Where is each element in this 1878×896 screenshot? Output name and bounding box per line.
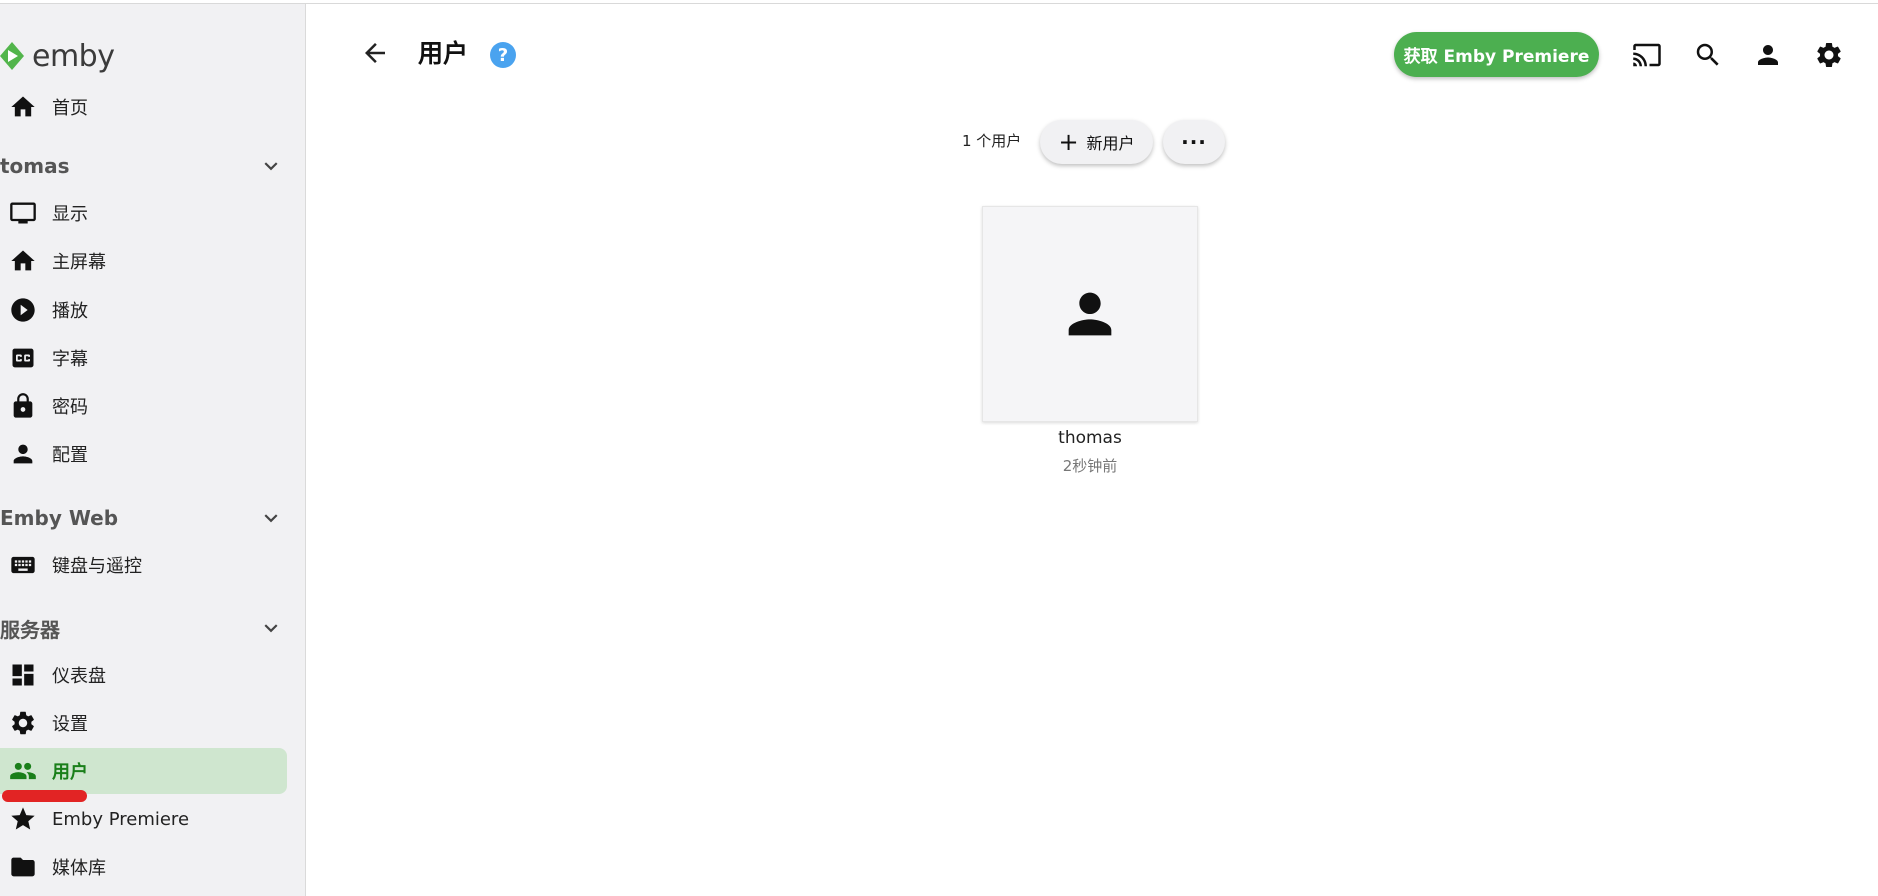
page-title: 用户 <box>418 39 469 68</box>
sidebar-item-label: Emby Premiere <box>52 808 190 830</box>
section-user[interactable]: tomas <box>0 148 290 184</box>
sidebar-item-label: 用户 <box>52 762 88 783</box>
chevron-down-icon <box>258 505 284 531</box>
user-count: 1 个用户 <box>962 132 1022 150</box>
user-name[interactable]: thomas <box>982 428 1198 448</box>
new-user-button[interactable]: + 新用户 <box>1040 120 1153 164</box>
arrow-left-icon <box>365 43 385 63</box>
people-icon <box>8 756 38 786</box>
person-icon <box>1068 292 1112 336</box>
gear-icon <box>8 708 38 738</box>
emby-logo[interactable]: emby <box>0 36 115 76</box>
sidebar-item-emby-premiere[interactable]: Emby Premiere <box>0 796 287 842</box>
sidebar-item-label: 媒体库 <box>52 858 106 879</box>
sidebar-item-homescreen[interactable]: 主屏幕 <box>0 238 287 284</box>
sidebar-item-users[interactable]: 用户 <box>0 748 287 794</box>
folder-icon <box>8 852 38 882</box>
sidebar-item-label: 设置 <box>52 714 88 735</box>
monitor-icon <box>8 198 38 228</box>
logo-text: emby <box>32 38 115 74</box>
sidebar-item-label: 主屏幕 <box>52 252 106 273</box>
person-icon <box>8 439 38 469</box>
sidebar-item-label: 字幕 <box>52 349 88 370</box>
sidebar-item-label: 首页 <box>52 98 88 119</box>
closed-caption-icon <box>8 343 38 373</box>
sidebar-item-keyboard[interactable]: 键盘与遥控 <box>0 542 287 588</box>
sidebar-item-playback[interactable]: 播放 <box>0 287 287 333</box>
sidebar-item-display[interactable]: 显示 <box>0 190 287 236</box>
sidebar-item-library[interactable]: 媒体库 <box>0 844 287 890</box>
section-title: tomas <box>0 154 70 178</box>
more-options-button[interactable]: ··· <box>1163 120 1225 164</box>
section-title: 服务器 <box>0 617 60 642</box>
sidebar-item-settings[interactable]: 设置 <box>0 700 287 746</box>
sidebar-item-home[interactable]: 首页 <box>0 84 287 130</box>
sidebar-item-label: 播放 <box>52 301 88 322</box>
home-icon <box>8 92 38 122</box>
section-title: Emby Web <box>0 506 119 530</box>
sidebar-item-label: 配置 <box>52 445 88 466</box>
play-circle-icon <box>8 295 38 325</box>
sidebar-item-label: 密码 <box>52 397 88 418</box>
settings-button[interactable] <box>1812 38 1846 72</box>
account-button[interactable] <box>1751 38 1785 72</box>
get-premiere-button[interactable]: 获取 Emby Premiere <box>1394 32 1599 77</box>
account-icon <box>1758 45 1778 65</box>
sidebar-item-label: 显示 <box>52 204 88 225</box>
sidebar: emby 首页 tomas 显示 主屏幕 播放 字幕 密码 配置 Emby We… <box>0 4 306 896</box>
emby-logo-icon <box>0 42 24 70</box>
sidebar-item-password[interactable]: 密码 <box>0 383 287 429</box>
gear-icon <box>1817 42 1841 67</box>
section-server[interactable]: 服务器 <box>0 610 290 646</box>
user-card[interactable] <box>982 206 1198 422</box>
sidebar-item-dashboard[interactable]: 仪表盘 <box>0 652 287 698</box>
help-button[interactable]: ? <box>490 42 516 68</box>
back-button[interactable] <box>358 36 392 70</box>
plus-icon: + <box>1058 128 1079 156</box>
sidebar-item-subtitles[interactable]: 字幕 <box>0 335 287 381</box>
cast-icon <box>1633 43 1661 67</box>
user-last-seen: 2秒钟前 <box>1062 457 1118 475</box>
cast-button[interactable] <box>1630 38 1664 72</box>
keyboard-icon <box>8 550 38 580</box>
search-button[interactable] <box>1691 38 1725 72</box>
chevron-down-icon <box>258 615 284 641</box>
sidebar-item-label: 仪表盘 <box>52 666 106 687</box>
home-icon <box>8 246 38 276</box>
chevron-down-icon <box>258 153 284 179</box>
section-emby-web[interactable]: Emby Web <box>0 500 290 536</box>
lock-icon <box>8 391 38 421</box>
sidebar-item-label: 键盘与遥控 <box>52 556 142 577</box>
search-icon <box>1696 43 1719 66</box>
dashboard-icon <box>8 660 38 690</box>
sidebar-item-profile[interactable]: 配置 <box>0 431 287 477</box>
new-user-label: 新用户 <box>1086 134 1135 153</box>
star-icon <box>8 804 38 834</box>
